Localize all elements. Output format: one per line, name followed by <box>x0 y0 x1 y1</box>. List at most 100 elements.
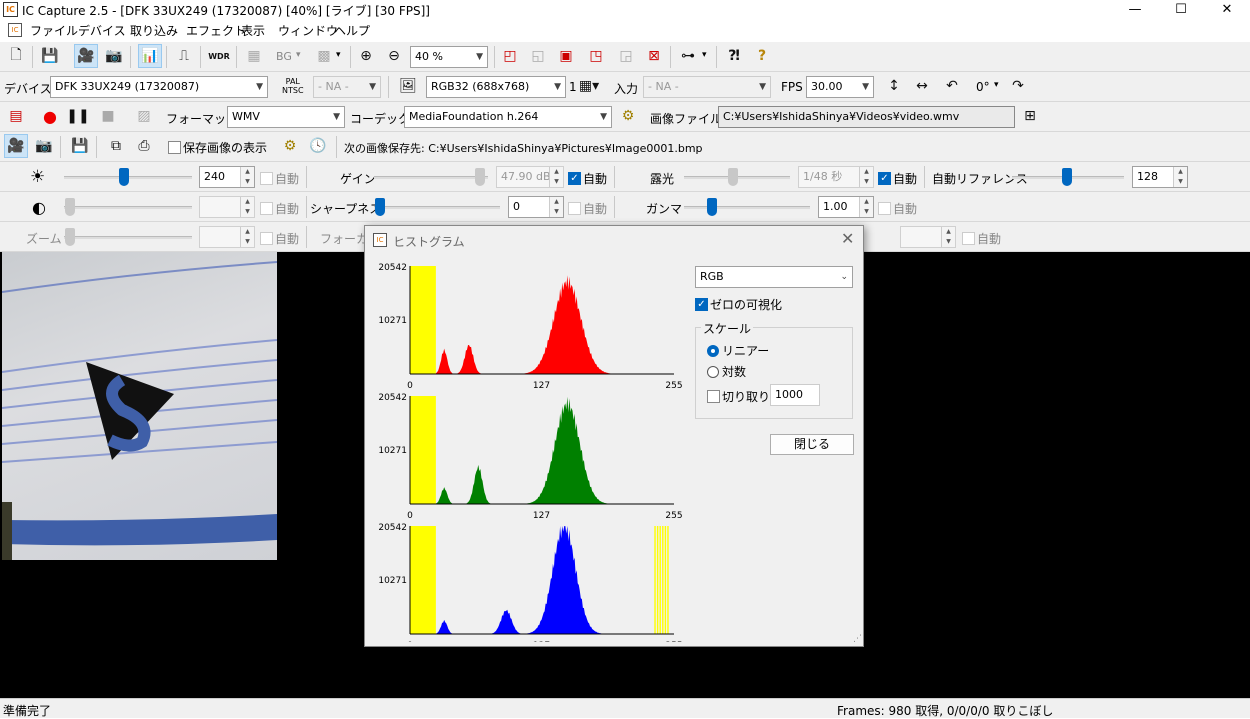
roi-icon[interactable]: ▣ <box>554 44 578 68</box>
white-balance-spin[interactable]: 128 ▲ ▼ <box>1132 166 1188 188</box>
binning-grid-icon[interactable]: ▦▾ <box>574 74 604 98</box>
brightness-spin[interactable]: 240 ▲ ▼ <box>199 166 255 188</box>
close-window-button[interactable]: ✕ <box>1204 0 1250 20</box>
codec-properties-icon[interactable]: ⚙ <box>616 104 640 128</box>
zoom-in-icon[interactable]: ⊕ <box>354 44 378 68</box>
contrast-spin[interactable]: ▲ ▼ <box>199 196 255 218</box>
resize-grip-icon[interactable]: ⋰ <box>853 634 862 644</box>
menu-file[interactable]: ファイル <box>30 22 78 39</box>
network-dropdown-arrow-icon[interactable]: ▾ <box>702 50 707 60</box>
channel-combo[interactable]: RGB ⌄ <box>695 266 853 288</box>
save-icon[interactable]: 💾 <box>38 44 62 68</box>
contrast-slider[interactable] <box>64 197 192 217</box>
video-format-icon[interactable]: 🖼 <box>396 74 420 98</box>
input-label: 入力 <box>614 82 639 96</box>
overlay-icon[interactable]: ◰ <box>498 44 522 68</box>
fps-combo[interactable]: 30.00 ▼ <box>806 76 874 98</box>
log-radio[interactable]: 対数 <box>707 363 746 380</box>
bg-label: BG <box>276 50 292 63</box>
zero-band-high-blue <box>667 526 669 634</box>
timer-icon[interactable]: 🕓 <box>306 134 330 158</box>
linear-radio[interactable]: リニアー <box>707 342 769 359</box>
browse-file-icon[interactable]: ⊞ <box>1018 104 1042 128</box>
menu-help[interactable]: ヘルプ <box>334 22 370 39</box>
brightness-auto-checkbox[interactable]: 自動 <box>260 170 299 187</box>
histogram-icon[interactable]: 📊 <box>138 44 162 68</box>
exposure-slider[interactable] <box>684 167 790 187</box>
rotation-dropdown-arrow-icon[interactable]: ▾ <box>994 80 999 90</box>
flip-horizontal-icon[interactable]: ↔ <box>910 74 934 98</box>
main-toolbar: 🗋 💾 🎥 📷 📊 ⎍ WDR ▦ BG ▾ ▩ ▾ ⊕ ⊖ 40 % ▼ ◰ ◱… <box>0 42 1250 72</box>
gain-slider[interactable] <box>374 167 488 187</box>
x-tick-label-green: 255 <box>665 511 682 521</box>
video-file-field[interactable]: C:¥Users¥IshidaShinya¥Videos¥video.wmv <box>718 106 1015 128</box>
y-max-label-green: 20542 <box>378 393 407 403</box>
show-zero-checkbox[interactable]: ✓ ゼロの可視化 <box>695 296 782 313</box>
gamma-auto-checkbox[interactable]: 自動 <box>878 200 917 217</box>
gain-auto-checkbox[interactable]: ✓ 自動 <box>568 170 607 187</box>
video-format-combo[interactable]: RGB32 (688x768) ▼ <box>426 76 566 98</box>
image-settings-icon[interactable]: ⚙ <box>278 134 302 158</box>
menu-device[interactable]: デバイス <box>78 22 126 39</box>
sharpness-auto-checkbox[interactable]: 自動 <box>568 200 607 217</box>
dialog-close-icon[interactable]: ✕ <box>841 229 854 248</box>
rotate-left-icon[interactable]: ↶ <box>940 74 964 98</box>
snapshot-toolbar: 🎥 📷 💾 ⧉ ⎙ 保存画像の表示 ⚙ 🕓 次の画像保存先: C:¥Users¥… <box>0 132 1250 162</box>
format-combo[interactable]: WMV ▼ <box>227 106 345 128</box>
brightness-icon: ☀ <box>30 167 46 187</box>
context-help-icon[interactable]: ⁈ <box>722 44 746 68</box>
flip-vertical-icon[interactable]: ↕ <box>882 74 906 98</box>
trigger-icon[interactable]: ⎍ <box>172 44 196 68</box>
live-video-mode-icon[interactable]: 🎥 <box>4 134 28 158</box>
save-image-icon[interactable]: 💾 <box>68 134 92 158</box>
record-icon[interactable]: ● <box>38 104 62 128</box>
zoom-auto-checkbox[interactable]: 自動 <box>260 230 299 247</box>
network-icon[interactable]: ⊶ <box>676 44 700 68</box>
zoom-combo[interactable]: 40 % ▼ <box>410 46 488 68</box>
record-settings-icon[interactable]: ▤ <box>4 104 28 128</box>
show-saved-image-checkbox[interactable]: 保存画像の表示 <box>168 139 267 156</box>
exposure-spin[interactable]: 1/48 秒 ▲ ▼ <box>798 166 874 188</box>
live-video-icon[interactable]: 🎥 <box>74 44 98 68</box>
clip-checkbox[interactable]: 切り取り <box>707 388 770 405</box>
menu-effect[interactable]: エフェクト <box>186 22 246 39</box>
wdr-icon[interactable]: WDR <box>207 44 231 68</box>
exposure-auto-checkbox[interactable]: ✓ 自動 <box>878 170 917 187</box>
zoom-spin[interactable]: ▲ ▼ <box>199 226 255 248</box>
device-combo[interactable]: DFK 33UX249 (17320087) ▼ <box>50 76 268 98</box>
tiles-dropdown-arrow-icon[interactable]: ▾ <box>336 50 341 60</box>
contrast-auto-checkbox[interactable]: 自動 <box>260 200 299 217</box>
pause-icon[interactable]: ❚❚ <box>66 104 90 128</box>
snapshot-icon[interactable]: 📷 <box>102 44 126 68</box>
sharpness-slider[interactable] <box>374 197 500 217</box>
copy-image-icon[interactable]: ⧉ <box>104 134 128 158</box>
zoom-out-icon[interactable]: ⊖ <box>382 44 406 68</box>
sharpness-spin[interactable]: 0 ▲ ▼ <box>508 196 564 218</box>
codec-combo[interactable]: MediaFoundation h.264 ▼ <box>404 106 612 128</box>
menu-window[interactable]: ウィンドウ <box>278 22 338 39</box>
clip-value-field[interactable]: 1000 <box>770 384 820 406</box>
close-dialog-button[interactable]: 閉じる <box>770 434 854 455</box>
new-file-icon[interactable]: 🗋 <box>4 44 28 68</box>
zoom-slider[interactable] <box>64 227 192 247</box>
overlay-move-icon[interactable]: ◳ <box>584 44 608 68</box>
print-icon[interactable]: ⎙ <box>132 134 156 158</box>
overlay-delete-icon[interactable]: ⊠ <box>642 44 666 68</box>
snapshot-mode-icon[interactable]: 📷 <box>32 134 56 158</box>
focus-spin[interactable]: ▲ ▼ <box>900 226 956 248</box>
rotate-right-icon[interactable]: ↷ <box>1006 74 1030 98</box>
brightness-slider[interactable] <box>64 167 192 187</box>
menu-capture[interactable]: 取り込み <box>130 22 178 39</box>
maximize-button[interactable]: ☐ <box>1158 0 1204 20</box>
menu-view[interactable]: 表示 <box>241 22 265 39</box>
y-max-label-blue: 20542 <box>378 523 407 533</box>
focus-auto-checkbox[interactable]: 自動 <box>962 230 1001 247</box>
help-icon[interactable]: ? <box>750 44 774 68</box>
minimize-button[interactable]: — <box>1112 0 1158 20</box>
white-balance-slider[interactable] <box>1012 167 1124 187</box>
gain-spin[interactable]: 47.90 dB ▲ ▼ <box>496 166 564 188</box>
input-combo: - NA - ▼ <box>643 76 771 98</box>
gamma-slider[interactable] <box>684 197 810 217</box>
app-menu-icon[interactable]: IC <box>8 23 22 37</box>
gamma-spin[interactable]: 1.00 ▲ ▼ <box>818 196 874 218</box>
